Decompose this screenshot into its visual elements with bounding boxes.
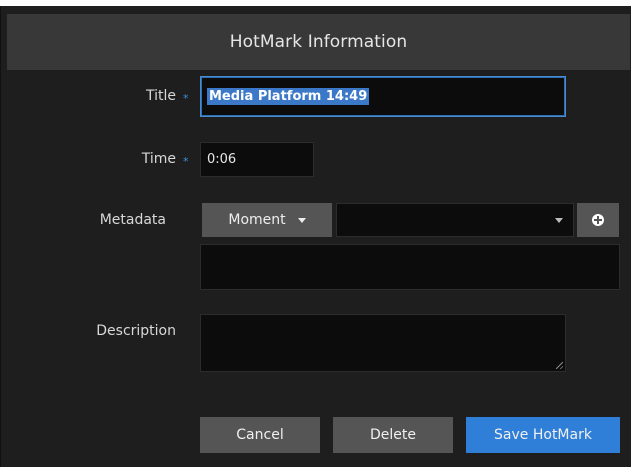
plus-circle-icon: [592, 214, 604, 226]
description-label: Description: [96, 323, 176, 339]
title-input[interactable]: Media Platform 14:49: [200, 76, 566, 117]
description-textarea[interactable]: [200, 314, 566, 372]
metadata-label: Metadata: [99, 212, 166, 228]
time-label: Time: [141, 151, 176, 167]
title-input-value: Media Platform 14:49: [207, 88, 370, 105]
metadata-values-box[interactable]: [200, 244, 620, 290]
dialog-title: HotMark Information: [229, 32, 408, 52]
time-input-value: 0:06: [207, 152, 237, 167]
add-metadata-button[interactable]: [577, 203, 619, 237]
time-input[interactable]: 0:06: [200, 142, 314, 177]
delete-button[interactable]: Delete: [333, 417, 453, 453]
metadata-type-dropdown[interactable]: Moment: [202, 203, 332, 237]
save-hotmark-button[interactable]: Save HotMark: [466, 417, 620, 453]
title-required-marker: *: [183, 92, 189, 105]
chevron-down-icon: [555, 218, 563, 223]
chevron-down-icon: [297, 217, 306, 223]
title-label: Title: [145, 88, 176, 104]
time-required-marker: *: [183, 155, 189, 168]
resize-grip-icon[interactable]: [556, 362, 563, 369]
dialog-header: HotMark Information: [7, 14, 630, 70]
metadata-value-select[interactable]: [336, 203, 574, 237]
cancel-button[interactable]: Cancel: [200, 417, 320, 453]
metadata-type-label: Moment: [228, 212, 286, 228]
